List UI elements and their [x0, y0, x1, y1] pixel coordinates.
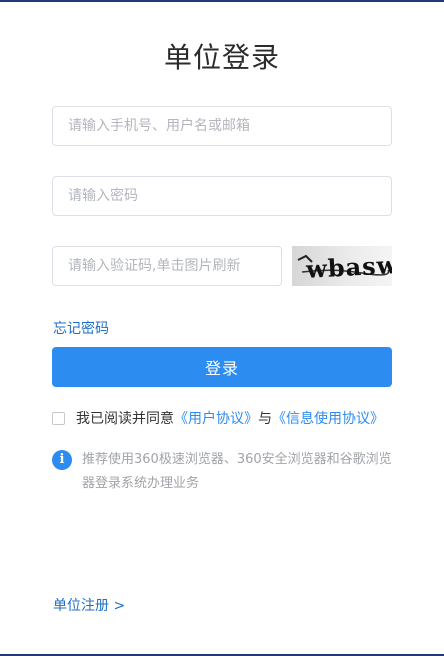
info-agreement-link[interactable]: 《信息使用协议》 — [272, 408, 384, 428]
user-agreement-link[interactable]: 《用户协议》 — [174, 408, 258, 428]
captcha-graphic: wbasw — [297, 250, 392, 284]
login-panel: 单位登录 wbasw 忘记密码 登录 我已阅读并同意 《用户协议》 与 《信息使… — [0, 2, 444, 654]
captcha-input[interactable] — [52, 246, 282, 286]
agreement-checkbox[interactable] — [52, 411, 65, 425]
agreement-prefix: 我已阅读并同意 — [76, 411, 174, 427]
forgot-password-link[interactable]: 忘记密码 — [53, 318, 109, 338]
login-button[interactable]: 登录 — [52, 347, 392, 387]
page-title: 单位登录 — [163, 41, 280, 74]
agreement-row: 我已阅读并同意 《用户协议》 与 《信息使用协议》 — [52, 408, 384, 428]
browser-notice: i 推荐使用360极速浏览器、360安全浏览器和谷歌浏览器登录系统办理业务 — [52, 448, 392, 496]
captcha-image[interactable]: wbasw — [292, 246, 392, 286]
agreement-conjunction: 与 — [258, 411, 272, 427]
captcha-text: wbasw — [304, 250, 392, 284]
notice-text: 推荐使用360极速浏览器、360安全浏览器和谷歌浏览器登录系统办理业务 — [82, 452, 392, 491]
register-link[interactable]: 单位注册 > — [53, 595, 125, 615]
info-icon: i — [52, 450, 72, 470]
password-input[interactable] — [52, 176, 392, 216]
account-input[interactable] — [52, 106, 392, 146]
